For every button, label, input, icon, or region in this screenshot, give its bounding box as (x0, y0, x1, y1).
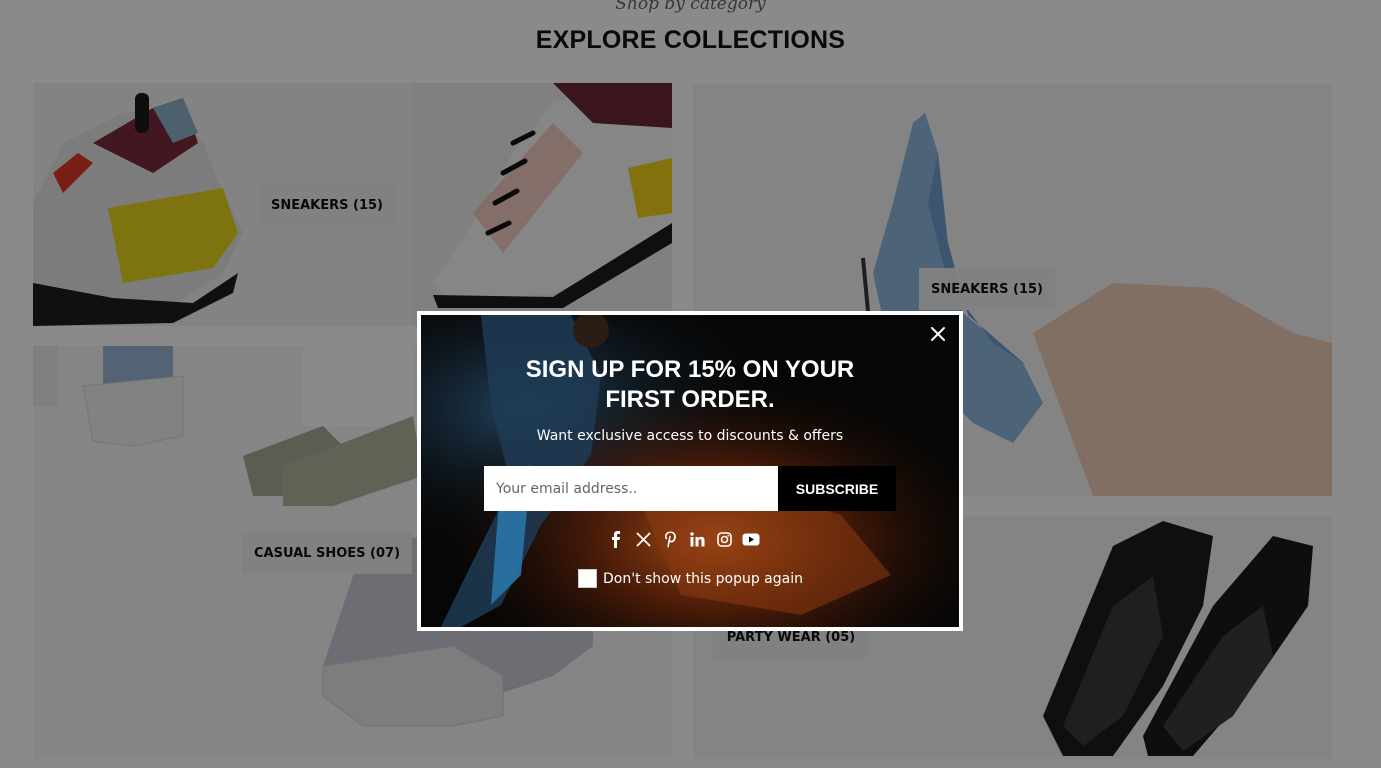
page: Shop by category EXPLORE COLLECTIONS SNE… (0, 0, 1381, 768)
x-icon[interactable] (634, 530, 652, 548)
popup-subtitle: Want exclusive access to discounts & off… (536, 428, 844, 444)
popup-title: SIGN UP FOR 15% ON YOUR FIRST ORDER. (525, 356, 855, 413)
youtube-icon[interactable] (742, 530, 760, 548)
dont-show-checkbox[interactable] (578, 569, 597, 588)
close-button[interactable] (927, 323, 949, 345)
facebook-icon[interactable] (607, 530, 625, 548)
email-input[interactable] (484, 466, 778, 511)
social-links (607, 527, 777, 551)
newsletter-popup: SIGN UP FOR 15% ON YOUR FIRST ORDER. Wan… (417, 311, 963, 631)
close-icon (931, 327, 945, 341)
instagram-icon[interactable] (715, 530, 733, 548)
dont-show-label: Don't show this popup again (603, 570, 803, 587)
dont-show-option[interactable]: Don't show this popup again (578, 569, 803, 588)
linkedin-icon[interactable] (688, 530, 706, 548)
pinterest-icon[interactable] (661, 530, 679, 548)
subscribe-button[interactable]: SUBSCRIBE (778, 466, 896, 511)
